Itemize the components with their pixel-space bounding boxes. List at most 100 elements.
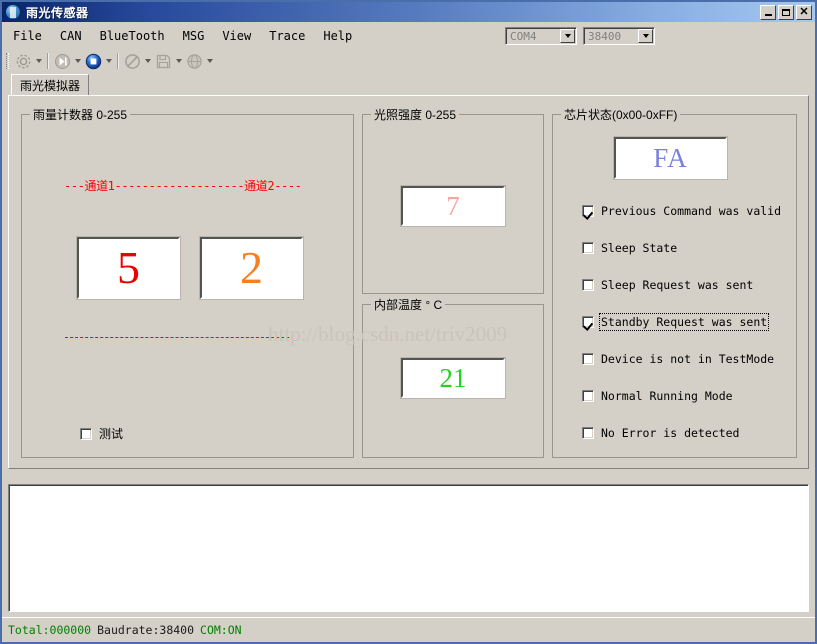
save-dropdown-arrow[interactable] [173, 51, 184, 71]
flag-checkbox-no-error-detected[interactable] [582, 427, 594, 439]
settings-dropdown-arrow[interactable] [33, 51, 44, 71]
flag-label-normal-running-mode: Normal Running Mode [601, 389, 733, 403]
log-output-textarea[interactable] [8, 484, 809, 612]
internal-temperature-value-box: 21 [401, 358, 505, 398]
tab-label: 雨光模拟器 [20, 79, 81, 93]
flag-checkbox-previous-command-valid[interactable] [582, 205, 594, 217]
chevron-down-icon[interactable] [638, 29, 653, 43]
block-dropdown-arrow[interactable] [142, 51, 153, 71]
menu-item-can[interactable]: CAN [53, 26, 89, 46]
flag-row-device-not-testmode[interactable]: Device is not in TestMode [582, 352, 774, 366]
group-rain-counter: 雨量计数器 0-255 ---通道1-------------------通道2… [21, 106, 354, 458]
minimize-icon [764, 14, 772, 16]
tab-rain-light-simulator[interactable]: 雨光模拟器 [11, 74, 90, 96]
status-total: Total:000000 [8, 622, 92, 637]
group-internal-temperature-title: 内部温度 ° C [371, 296, 446, 313]
flag-label-previous-command-valid: Previous Command was valid [601, 204, 782, 218]
stop-dropdown-arrow[interactable] [103, 51, 114, 71]
menu-item-trace[interactable]: Trace [262, 26, 312, 46]
save-floppy-icon [156, 54, 170, 68]
toolbar-globe-group [184, 51, 215, 71]
status-baudrate: Baudrate:38400 [97, 622, 195, 637]
title-bar: 雨光传感器 ✕ [2, 2, 815, 22]
play-dropdown-arrow[interactable] [72, 51, 83, 71]
internal-temperature-value: 21 [439, 362, 467, 393]
group-light-intensity: 光照强度 0-255 7 [362, 106, 544, 294]
settings-gear-button[interactable] [13, 51, 33, 71]
play-next-button[interactable] [52, 51, 72, 71]
globe-icon [186, 53, 202, 69]
flag-label-no-error-detected: No Error is detected [601, 426, 740, 440]
flag-checkbox-standby-request-sent[interactable] [582, 316, 594, 328]
window-title: 雨光传感器 [26, 5, 89, 20]
settings-gear-icon [16, 54, 30, 68]
com-port-select[interactable]: COM4 [505, 27, 577, 45]
flag-label-device-not-testmode: Device is not in TestMode [601, 352, 775, 366]
channel-markers-label: ---通道1-------------------通道2---- [64, 179, 302, 193]
group-chip-status-title: 芯片状态(0x00-0xFF) [561, 106, 681, 123]
flag-checkbox-sleep-state[interactable] [582, 242, 594, 254]
close-button[interactable]: ✕ [796, 4, 812, 20]
flag-row-normal-running-mode[interactable]: Normal Running Mode [582, 389, 733, 403]
minimize-button[interactable] [760, 4, 776, 20]
section-divider-dashed [65, 337, 289, 338]
menu-item-msg[interactable]: MSG [176, 26, 212, 46]
chevron-down-icon[interactable] [560, 29, 575, 43]
channel2-value-box: 2 [200, 237, 303, 299]
flag-row-sleep-state[interactable]: Sleep State [582, 241, 677, 255]
connection-controls: COM4 38400 [505, 27, 815, 45]
toolbar-grip[interactable] [6, 53, 9, 69]
flag-label-sleep-request-sent: Sleep Request was sent [601, 278, 754, 292]
test-mode-checkbox-row[interactable]: 测试 [80, 425, 123, 442]
globe-button[interactable] [184, 51, 204, 71]
group-internal-temperature: 内部温度 ° C 21 [362, 296, 544, 458]
menu-item-view[interactable]: View [215, 26, 258, 46]
flag-row-no-error-detected[interactable]: No Error is detected [582, 426, 739, 440]
menu-item-file[interactable]: File [6, 26, 49, 46]
channel1-value: 5 [117, 242, 140, 293]
toolbar-stop-group [83, 51, 114, 71]
save-floppy-button[interactable] [153, 51, 173, 71]
menu-bar: File CAN BlueTooth MSG View Trace Help C… [2, 23, 815, 49]
stop-circle-button[interactable] [83, 51, 103, 71]
flag-label-sleep-state: Sleep State [601, 241, 678, 255]
globe-dropdown-arrow[interactable] [204, 51, 215, 71]
stop-circle-icon [85, 53, 101, 69]
close-icon: ✕ [799, 5, 809, 18]
block-prohibited-button[interactable] [122, 51, 142, 71]
flag-checkbox-device-not-testmode[interactable] [582, 353, 594, 365]
test-mode-label: 测试 [99, 427, 124, 441]
tab-strip: 雨光模拟器 [8, 74, 809, 96]
flag-row-previous-command-valid[interactable]: Previous Command was valid [582, 204, 781, 218]
toolbar-block-group [122, 51, 153, 71]
flag-label-standby-request-sent: Standby Request was sent [598, 313, 770, 331]
light-intensity-value-box: 7 [401, 186, 505, 226]
application-window: 雨光传感器 ✕ File CAN BlueTooth MSG View Trac… [0, 0, 817, 644]
com-port-value: COM4 [510, 29, 537, 43]
baudrate-select[interactable]: 38400 [583, 27, 655, 45]
group-light-intensity-title: 光照强度 0-255 [371, 106, 460, 123]
flag-checkbox-normal-running-mode[interactable] [582, 390, 594, 402]
toolbar-save-group [153, 51, 184, 71]
toolbar-settings-group [13, 51, 44, 71]
toolbar-separator [117, 53, 119, 69]
toolbar-separator [47, 53, 49, 69]
test-mode-checkbox[interactable] [80, 427, 92, 440]
flag-checkbox-sleep-request-sent[interactable] [582, 279, 594, 291]
tab-content-panel: 雨量计数器 0-255 ---通道1-------------------通道2… [8, 95, 809, 469]
channel2-value: 2 [240, 242, 263, 293]
play-next-icon [54, 53, 70, 69]
chip-status-value-box: FA [614, 137, 727, 179]
flag-row-sleep-request-sent[interactable]: Sleep Request was sent [582, 278, 753, 292]
maximize-button[interactable] [778, 4, 794, 20]
app-sensor-icon [5, 4, 21, 20]
status-com: COM:ON [200, 622, 242, 637]
group-rain-counter-title: 雨量计数器 0-255 [30, 106, 131, 123]
menu-item-bluetooth[interactable]: BlueTooth [93, 26, 172, 46]
flag-row-standby-request-sent[interactable]: Standby Request was sent [582, 313, 770, 331]
menu-item-help[interactable]: Help [316, 26, 359, 46]
status-bar: Total:000000 Baudrate:38400 COM:ON [2, 617, 815, 641]
chip-status-value: FA [653, 142, 688, 173]
toolbar-play-group [52, 51, 83, 71]
channel1-value-box: 5 [77, 237, 180, 299]
